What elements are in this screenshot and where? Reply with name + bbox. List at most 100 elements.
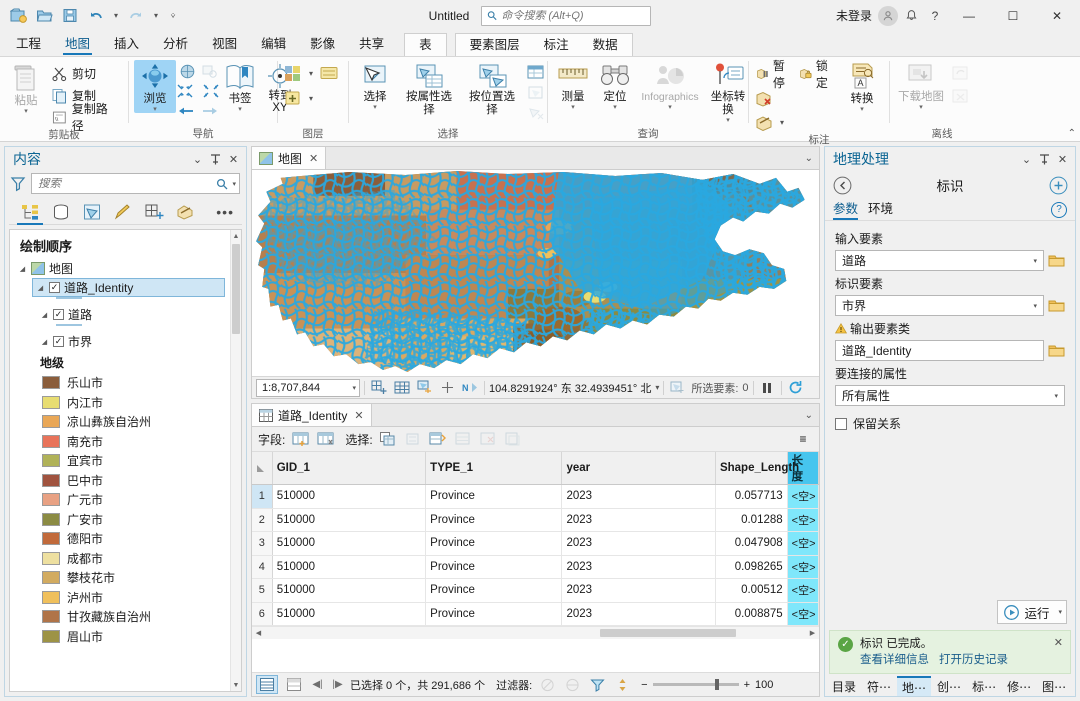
legend-item[interactable]: 乐山市 (10, 373, 229, 393)
convert-labels-button[interactable]: A 转换 ▾ (840, 60, 884, 113)
view-tab-map[interactable]: 地图 ✕ (252, 147, 327, 169)
legend-item[interactable]: 广安市 (10, 510, 229, 530)
browse-identity-features-icon[interactable] (1048, 298, 1065, 313)
contents-tab-labeling[interactable] (172, 200, 198, 224)
convert-labels-dropdown-icon[interactable]: ▾ (860, 106, 864, 113)
legend-item[interactable]: 德阳市 (10, 529, 229, 549)
column-header-gid1[interactable]: GID_1 (272, 452, 427, 485)
legend-item[interactable]: 内江市 (10, 393, 229, 413)
add-graphics-layer-icon[interactable] (283, 88, 303, 108)
table-tab-overflow-icon[interactable]: ⌄ (805, 404, 819, 426)
contents-tab-editing[interactable] (110, 200, 136, 224)
legend-item[interactable]: 宜宾市 (10, 451, 229, 471)
contents-menu-icon[interactable]: ⌄ (189, 150, 206, 168)
cell-type_1[interactable]: Province (425, 578, 563, 603)
pane-tab[interactable]: 目录 (827, 676, 861, 696)
geoprocessing-pin-icon[interactable] (1036, 150, 1053, 168)
row-number[interactable]: 5 (252, 578, 273, 603)
zoom-in-button[interactable]: + (744, 679, 750, 691)
label-properties-dropdown-icon[interactable]: ▾ (776, 111, 788, 133)
zoom-out-button[interactable]: − (641, 679, 647, 691)
customize-qat-icon[interactable]: ⩒ (164, 5, 182, 27)
tab-share[interactable]: 共享 (347, 33, 396, 56)
coordinate-conversion-dropdown-icon[interactable]: ▾ (726, 117, 730, 124)
pause-labeling-button[interactable]: 暂停 (754, 59, 795, 90)
help-icon[interactable]: ? (1051, 201, 1067, 218)
expand-arrow-icon[interactable]: ◢ (36, 283, 45, 292)
join-attributes-combo[interactable]: 所有属性 ▾ (835, 385, 1065, 406)
table-options-menu-icon[interactable]: ≡ (793, 429, 813, 449)
cell-长度[interactable]: <空> (787, 508, 819, 532)
tab-imagery[interactable]: 影像 (298, 33, 347, 56)
table-row[interactable]: 3 510000 Province 2023 0.047908 <空> (252, 531, 819, 556)
crosshair-icon[interactable] (438, 379, 457, 397)
infographics-button[interactable]: Infographics ▾ (637, 60, 703, 111)
table-zoom-slider[interactable]: − + 100 (641, 679, 773, 691)
scale-dropdown-icon[interactable]: ▾ (352, 384, 356, 392)
pane-tab[interactable]: 地⋯ (897, 676, 932, 696)
table-tab-road-identity[interactable]: 道路_Identity ✕ (252, 404, 372, 426)
legend-item[interactable]: 眉山市 (10, 627, 229, 647)
cell-gid_1[interactable]: 510000 (272, 484, 427, 509)
legend-swatch[interactable] (42, 376, 60, 390)
contents-pin-icon[interactable] (207, 150, 224, 168)
back-button[interactable] (831, 174, 853, 196)
row-number[interactable]: 3 (252, 531, 273, 556)
copy-path-button[interactable]: \\ 复制路径 (49, 102, 123, 133)
redo-icon[interactable] (124, 4, 148, 28)
paste-dropdown-icon[interactable]: ▾ (24, 108, 28, 115)
legend-swatch[interactable] (42, 454, 60, 468)
map-canvas[interactable] (252, 170, 819, 376)
explore-button[interactable]: 浏览 ▾ (134, 60, 176, 113)
explore-dropdown-icon[interactable]: ▾ (153, 106, 157, 113)
map-extent-filter-icon[interactable] (562, 675, 582, 695)
cell-gid_1[interactable]: 510000 (272, 531, 427, 556)
browse-output-feature-class-icon[interactable] (1048, 343, 1065, 358)
cell-type_1[interactable]: Province (425, 531, 563, 556)
legend-swatch[interactable] (42, 473, 60, 487)
cell-长度[interactable]: <空> (787, 602, 819, 626)
table-row[interactable]: 5 510000 Province 2023 0.00512 <空> (252, 578, 819, 603)
add-data-dropdown-icon[interactable]: ▾ (305, 62, 317, 84)
sync-map-icon[interactable] (950, 63, 970, 83)
remove-labels-icon[interactable] (754, 88, 774, 108)
select-button[interactable]: 选择 ▾ (354, 60, 396, 111)
layer-item-road[interactable]: ◢ ✓ 道路 (10, 305, 229, 324)
legend-swatch[interactable] (42, 434, 60, 448)
cell-shape_length[interactable]: 0.057713 (715, 484, 788, 509)
toast-link-view-details[interactable]: 查看详细信息 (860, 652, 929, 668)
layer-item-road-identity[interactable]: ◢ ✓ 道路_Identity (32, 278, 225, 297)
zoom-to-selection-icon[interactable] (428, 429, 448, 449)
clear-selection-icon[interactable] (453, 429, 473, 449)
graphics-dropdown-icon[interactable]: ▾ (305, 87, 317, 109)
tab-labeling[interactable]: 标注 (532, 34, 581, 57)
bookmarks-dropdown-icon[interactable]: ▾ (238, 106, 242, 113)
legend-item[interactable]: 成都市 (10, 549, 229, 569)
download-map-button[interactable]: 下载地图 ▾ (895, 60, 947, 111)
contents-search[interactable]: ▾ (31, 173, 240, 194)
legend-item[interactable]: 攀枝花市 (10, 568, 229, 588)
attribute-grid[interactable]: GID_1 TYPE_1 year Shape_Length 长度 1 51000… (252, 452, 819, 672)
chevron-down-icon[interactable]: ▾ (1030, 257, 1040, 265)
zoom-in-corners-icon[interactable] (175, 81, 195, 101)
measure-button[interactable]: 测量 ▾ (553, 60, 593, 111)
add-tool-button[interactable] (1047, 174, 1069, 196)
avatar[interactable] (878, 5, 898, 26)
notifications-bell-icon[interactable] (900, 4, 922, 28)
layer-visibility-checkbox[interactable]: ✓ (53, 309, 64, 320)
select-all-icon[interactable] (378, 429, 398, 449)
toast-link-open-history[interactable]: 打开历史记录 (939, 652, 1008, 668)
run-dropdown-icon[interactable]: ▾ (1058, 608, 1062, 616)
tab-edit[interactable]: 编辑 (249, 33, 298, 56)
contents-tab-selection[interactable] (79, 200, 105, 224)
select-by-location-button[interactable]: 按位置选择 (462, 60, 522, 117)
legend-item[interactable]: 广元市 (10, 490, 229, 510)
row-number[interactable]: 1 (252, 484, 273, 509)
contents-close-icon[interactable]: ✕ (225, 150, 242, 168)
contents-tab-data-source[interactable] (48, 200, 74, 224)
add-grid-icon[interactable] (369, 379, 388, 397)
undo-icon[interactable] (84, 4, 108, 28)
collapse-ribbon-icon[interactable]: ⌃ (1068, 128, 1076, 139)
cell-type_1[interactable]: Province (425, 484, 563, 509)
close-icon[interactable]: ✕ (354, 409, 363, 422)
